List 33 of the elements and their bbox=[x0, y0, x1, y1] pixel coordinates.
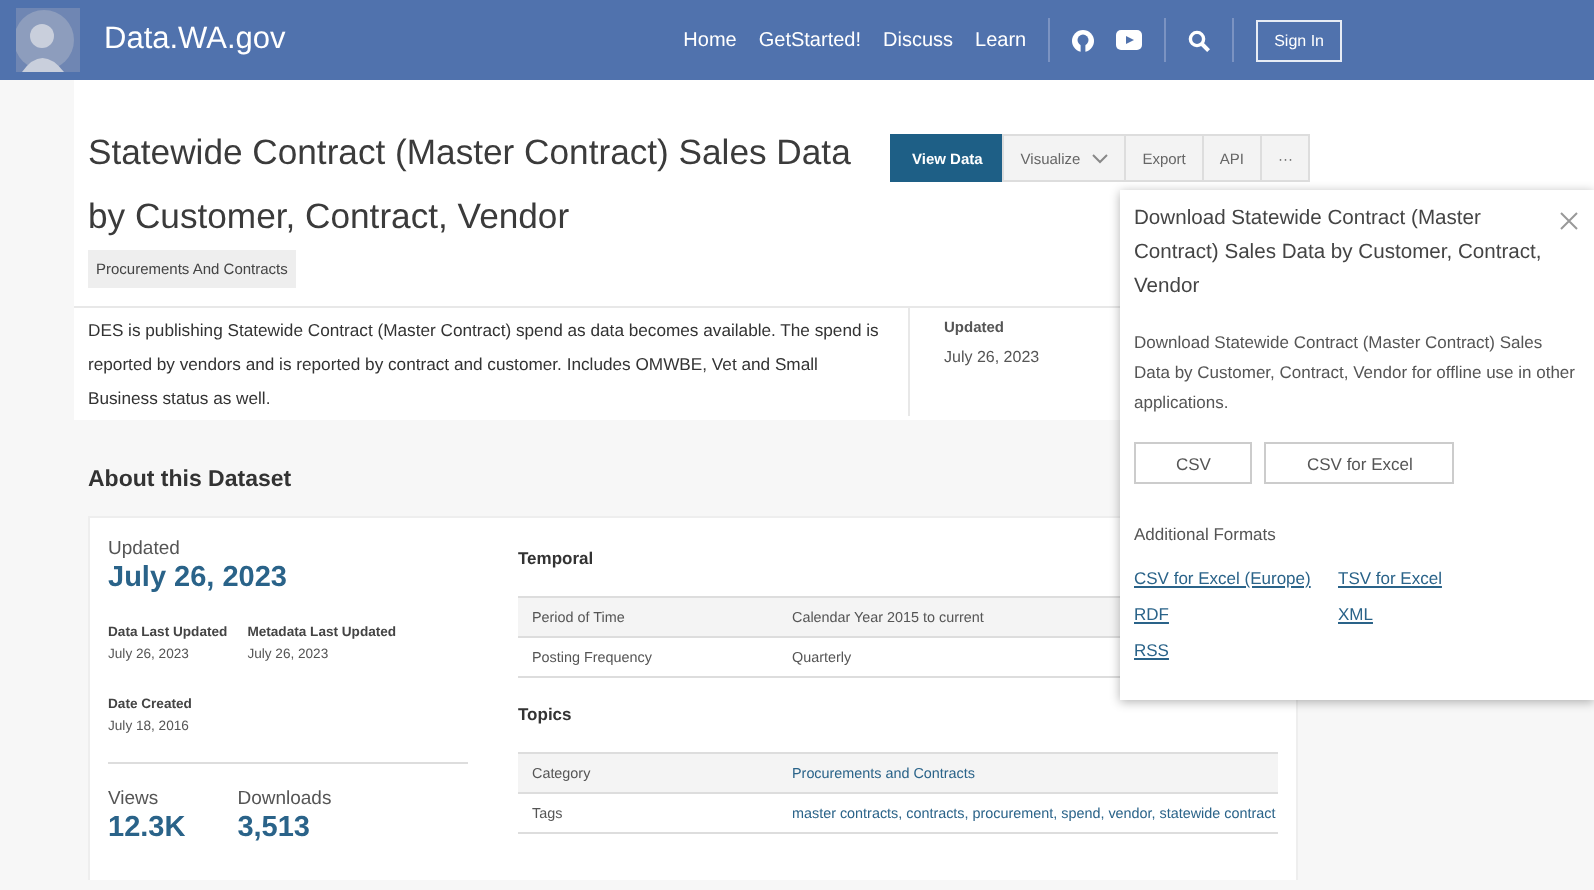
stat-label: Views bbox=[108, 788, 161, 810]
subsection-heading: Temporal bbox=[518, 548, 596, 568]
nav-link[interactable]: Learn bbox=[975, 29, 1027, 51]
search-icon[interactable] bbox=[1188, 29, 1211, 51]
stat-value: 12.3K bbox=[108, 812, 186, 844]
nav-link[interactable]: GetStarted! bbox=[758, 29, 861, 51]
close-icon[interactable] bbox=[1560, 212, 1578, 230]
video-play-icon[interactable] bbox=[1116, 30, 1143, 50]
format-link[interactable]: RSS bbox=[1134, 640, 1169, 660]
popover-description: Download Statewide Contract (Master Contract) Sales Data by Customer, Contract, Vendor for offline use in other applications. bbox=[1134, 330, 1577, 416]
format-link[interactable]: CSV for Excel (Europe) bbox=[1134, 568, 1311, 588]
circle-logo-icon[interactable] bbox=[1072, 29, 1095, 51]
nav-link[interactable]: Discuss bbox=[883, 29, 954, 51]
stat-value: 3,513 bbox=[237, 812, 312, 844]
sign-in-button[interactable]: Sign In bbox=[1256, 19, 1342, 61]
chevron-down-icon bbox=[1092, 153, 1109, 163]
nav-link[interactable]: Home bbox=[683, 29, 737, 51]
stat-label: Downloads bbox=[237, 788, 332, 810]
updated-date: July 26, 2023 bbox=[108, 562, 289, 594]
updated-date: July 26, 2023 bbox=[944, 348, 1040, 366]
format-link[interactable]: RDF bbox=[1134, 604, 1169, 624]
format-link[interactable]: XML bbox=[1338, 604, 1373, 624]
updated-label: Updated bbox=[108, 538, 182, 560]
subsection-heading: Topics bbox=[518, 704, 574, 724]
formats-label: Additional Formats bbox=[1134, 524, 1278, 544]
dataset-title: Statewide Contract (Master Contract) Sales Data by Customer, Contract, Vendor bbox=[88, 130, 853, 240]
format-link[interactable]: TSV for Excel bbox=[1338, 568, 1442, 588]
download-button[interactable]: CSV for Excel bbox=[1264, 442, 1455, 484]
popover-title: Download Statewide Contract (Master Contract) Sales Data by Customer, Contract, Vendor bbox=[1134, 206, 1544, 302]
dataset-description: DES is publishing Statewide Contract (Master Contract) spend as data becomes available. The spend is reported by vendors and is reported by contract and customer. Includes OMWBE, Vet and Small Business status as well. bbox=[74, 308, 910, 416]
section-heading: About this Dataset bbox=[88, 468, 294, 492]
download-button[interactable]: CSV bbox=[1134, 442, 1253, 484]
site-name-link[interactable]: Data.WA.gov bbox=[104, 22, 286, 58]
